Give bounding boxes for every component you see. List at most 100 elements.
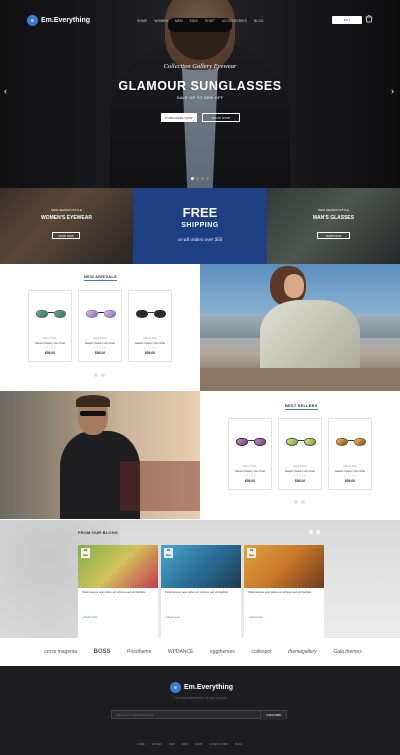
nav-accessories[interactable]: ACCESSORIES (222, 19, 247, 23)
nav-blog[interactable]: BLOG (254, 19, 264, 23)
product-rating: ★★★★★ (293, 474, 307, 477)
footer-logo-icon: e (170, 682, 181, 693)
brand-logo[interactable]: BOSS (94, 649, 111, 655)
site-logo[interactable]: e Em.Everything (27, 15, 90, 26)
product-category: Baby & Kids (293, 465, 307, 468)
product-price: $56.00 (344, 479, 356, 483)
blog-next-icon[interactable]: › (316, 530, 320, 534)
next-icon[interactable]: › (101, 373, 105, 377)
footer-logo[interactable]: e Em.Everything (170, 682, 233, 693)
blog-post-title[interactable]: Pellentesque eget tellus est ultrices se… (165, 590, 237, 595)
blog-card[interactable]: 28 Apr Pellentesque eget tellus est ultri… (244, 545, 324, 638)
brand-logo[interactable]: WPDANCE (168, 649, 194, 655)
blog-card[interactable]: 28 Apr Pellentesque eget tellus est ultri… (161, 545, 241, 638)
men-banner-title: MAN'S GLASSES (312, 215, 355, 221)
blog-prev-icon[interactable]: ‹ (309, 530, 313, 534)
product-card[interactable]: Baby & Kids Natasi Classic Cat Chair ★★★… (328, 418, 372, 490)
woman-lifestyle-image (200, 264, 400, 391)
hero-dot[interactable] (201, 177, 204, 180)
hero-prev-arrow-icon[interactable]: ‹ (4, 86, 7, 96)
blog-post-title[interactable]: Pellentesque eget tellus est ultrices se… (82, 590, 154, 595)
read-more-link[interactable]: + Read more (248, 616, 263, 619)
product-category: Baby & Kids (143, 337, 157, 340)
nav-men[interactable]: MEN (175, 19, 183, 23)
men-banner-kicker: NEW SEASON STYLE (318, 208, 349, 212)
product-rating: ★★★★★ (343, 474, 357, 477)
footer-nav-home[interactable]: HOME (137, 743, 145, 746)
blog-post-title[interactable]: Pellentesque eget tellus est ultrices se… (248, 590, 320, 595)
newsletter-form: Enter your email address here... SUBSCRI… (111, 710, 287, 720)
women-banner-kicker: NEW SEASON STYLE (51, 208, 82, 212)
women-eyewear-banner[interactable]: NEW SEASON STYLE WOMEN'S EYEWEAR SHOP NO… (0, 188, 133, 264)
brand-logo[interactable]: Prestheme (127, 649, 151, 655)
promo-line2: SHIPPING (181, 222, 219, 229)
product-name[interactable]: Natasi Classic Cat Chair (129, 341, 171, 345)
read-more-link[interactable]: + Read more (82, 616, 97, 619)
subscribe-button[interactable]: SUBSCRIBE (260, 711, 286, 720)
footer-nav: HOME WOMEN MEN KIDS SHOP ACCESSORIES BLO… (137, 743, 242, 746)
footer-nav-shop[interactable]: SHOP (195, 743, 202, 746)
product-name[interactable]: Natasi Classic Cat Chair (279, 469, 321, 473)
product-card[interactable]: Baby & Kids Natasi Classic Cat Chair ★★★… (278, 418, 322, 490)
women-shop-now-button[interactable]: SHOP NOW (52, 232, 80, 239)
hero-dot[interactable] (196, 177, 199, 180)
footer-nav-blog[interactable]: BLOG (235, 743, 242, 746)
brand-logo[interactable]: themegallery (288, 649, 317, 655)
men-shop-now-button[interactable]: SHOP NOW (317, 232, 350, 239)
product-card[interactable]: Baby & Kids Natasi Classic Cat Chair ★★★… (28, 290, 72, 362)
footer-nav-women[interactable]: WOMEN (152, 743, 162, 746)
promo-line3: on all orders over $50 (177, 238, 223, 243)
hero-subtitle: SALE UP TO 50% OFF (176, 95, 224, 100)
blog-date: 28 Apr (164, 548, 173, 558)
product-image (333, 429, 369, 455)
footer-nav-kids[interactable]: KIDS (182, 743, 188, 746)
product-card[interactable]: Baby & Kids Natasi Classic Cat Chair ★★★… (128, 290, 172, 362)
blog-image (161, 545, 241, 588)
language-selector[interactable]: EN ▾ (332, 16, 362, 24)
blog-image (244, 545, 324, 588)
brand-logo[interactable]: codespot (251, 649, 271, 655)
next-icon[interactable]: › (301, 500, 305, 504)
product-price: $56.00 (94, 351, 106, 355)
product-name[interactable]: Natasi Classic Cat Chair (329, 469, 371, 473)
brand-logo[interactable]: Gala themes (333, 649, 361, 655)
logo-text: Em.Everything (41, 17, 91, 24)
product-card[interactable]: Baby & Kids Natasi Classic Cat Chair ★★★… (228, 418, 272, 490)
product-price: $56.00 (144, 351, 156, 355)
product-name[interactable]: Natasi Classic Cat Chair (29, 341, 71, 345)
blog-section: FROM OUR BLOGS ‹ › 28 Apr Pellentesque eg… (0, 520, 400, 638)
product-rating: ★★★★★ (243, 474, 257, 477)
product-card[interactable]: Baby & Kids Natasi Classic Cat Chair ★★★… (78, 290, 122, 362)
blog-pager: ‹ › (309, 530, 320, 534)
read-more-link[interactable]: + Read more (165, 616, 180, 619)
prev-icon[interactable]: ‹ (294, 500, 298, 504)
blog-card[interactable]: 28 Apr Pellentesque eget tellus est ultri… (78, 545, 158, 638)
blog-date: 28 Apr (81, 548, 90, 558)
cart-icon[interactable] (365, 15, 373, 24)
new-arrivals-title: NEW ARRIVALS (84, 274, 117, 281)
purchase-now-button[interactable]: PURCHASE NOW (161, 113, 197, 122)
nav-kids[interactable]: KIDS (190, 19, 198, 23)
nav-home[interactable]: HOME (137, 19, 147, 23)
prev-icon[interactable]: ‹ (94, 373, 98, 377)
brand-logo[interactable]: cross magenta (44, 649, 77, 655)
product-image (133, 301, 169, 327)
shop-now-button[interactable]: SHOP NOW (202, 113, 240, 122)
brand-logo[interactable]: eggthemes (210, 649, 235, 655)
footer-logo-text: Em.Everything (184, 684, 234, 691)
hero-dot[interactable] (206, 177, 209, 180)
best-sellers-title: BEST SELLERS (285, 403, 318, 410)
product-name[interactable]: Natasi Classic Cat Chair (79, 341, 121, 345)
footer-nav-men[interactable]: MEN (169, 743, 175, 746)
product-category: Baby & Kids (93, 337, 107, 340)
hero-dot[interactable] (191, 177, 194, 180)
footer-nav-accessories[interactable]: ACCESSORIES (209, 743, 228, 746)
newsletter-input[interactable]: Enter your email address here... (116, 713, 156, 717)
product-name[interactable]: Natasi Classic Cat Chair (229, 469, 271, 473)
nav-women[interactable]: WOMEN (154, 19, 168, 23)
hero-pagination (191, 177, 209, 180)
hero-next-arrow-icon[interactable]: › (391, 86, 394, 96)
page: e Em.Everything HOME WOMEN MEN KIDS SHOP… (0, 0, 400, 755)
man-glasses-banner[interactable]: NEW SEASON STYLE MAN'S GLASSES SHOP NOW (267, 188, 400, 264)
nav-shop[interactable]: SHOP (205, 19, 215, 23)
